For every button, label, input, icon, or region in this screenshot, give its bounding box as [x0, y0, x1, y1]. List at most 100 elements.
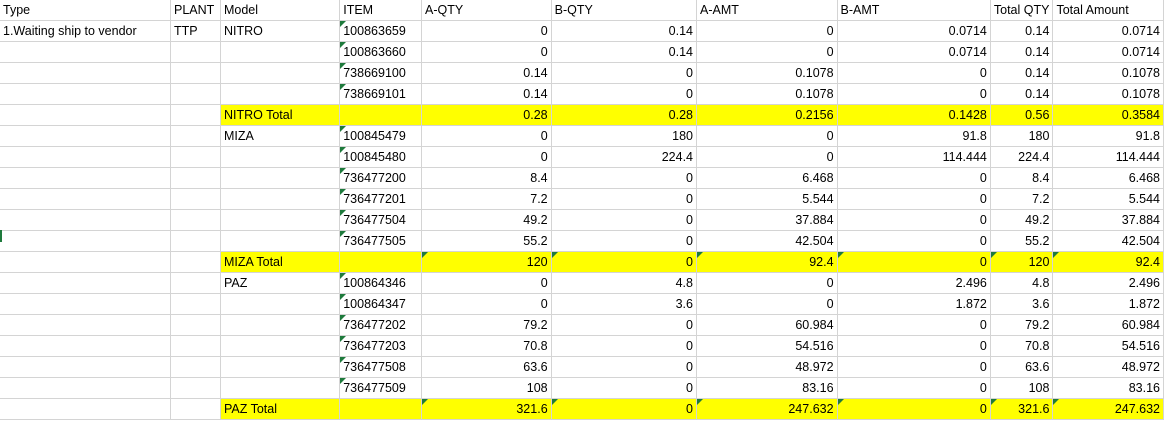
cell-model[interactable]: MIZA Total — [220, 251, 341, 273]
cell-b-amt[interactable]: 0 — [837, 62, 991, 84]
cell-a-amt[interactable]: 0.2156 — [696, 104, 838, 126]
cell-b-qty[interactable]: 180 — [551, 125, 698, 147]
cell-b-amt[interactable]: 0.1428 — [837, 104, 991, 126]
cell-item[interactable]: 100845479 — [339, 125, 423, 147]
cell-b-qty[interactable]: 0 — [551, 209, 698, 231]
cell-total-amount[interactable]: 48.972 — [1052, 356, 1164, 378]
cell-total-amount[interactable]: 60.984 — [1052, 314, 1164, 336]
cell-b-qty[interactable]: 0.14 — [551, 41, 698, 63]
header-total-qty[interactable]: Total QTY — [990, 0, 1054, 21]
cell-total-qty[interactable]: 0.56 — [990, 104, 1054, 126]
cell-a-qty[interactable]: 55.2 — [421, 230, 552, 252]
cell-model[interactable] — [220, 314, 341, 336]
cell-a-qty[interactable]: 0.14 — [421, 83, 552, 105]
cell-item[interactable]: 736477504 — [339, 209, 423, 231]
cell-plant[interactable] — [170, 272, 221, 294]
cell-b-amt[interactable]: 1.872 — [837, 293, 991, 315]
cell-model[interactable] — [220, 167, 341, 189]
cell-a-qty[interactable]: 0 — [421, 293, 552, 315]
cell-model[interactable] — [220, 356, 341, 378]
cell-item[interactable]: 100845480 — [339, 146, 423, 168]
cell-b-qty[interactable]: 0 — [551, 356, 698, 378]
cell-total-amount[interactable]: 6.468 — [1052, 167, 1164, 189]
cell-total-amount[interactable]: 5.544 — [1052, 188, 1164, 210]
cell-plant[interactable] — [170, 356, 221, 378]
cell-a-qty[interactable]: 70.8 — [421, 335, 552, 357]
cell-a-qty[interactable]: 0 — [421, 41, 552, 63]
cell-type[interactable] — [0, 314, 171, 336]
cell-model[interactable] — [220, 377, 341, 399]
cell-plant[interactable] — [170, 188, 221, 210]
cell-total-amount[interactable]: 0.1078 — [1052, 62, 1164, 84]
cell-item[interactable] — [339, 398, 423, 420]
cell-type[interactable] — [0, 272, 171, 294]
cell-model[interactable]: MIZA — [220, 125, 341, 147]
cell-model[interactable]: NITRO Total — [220, 104, 341, 126]
cell-b-qty[interactable]: 0 — [551, 314, 698, 336]
cell-b-qty[interactable]: 0 — [551, 62, 698, 84]
cell-a-amt[interactable]: 6.468 — [696, 167, 838, 189]
cell-b-amt[interactable]: 2.496 — [837, 272, 991, 294]
cell-plant[interactable] — [170, 146, 221, 168]
cell-item[interactable]: 738669100 — [339, 62, 423, 84]
cell-b-amt[interactable]: 0 — [837, 83, 991, 105]
cell-total-amount[interactable]: 2.496 — [1052, 272, 1164, 294]
cell-b-amt[interactable]: 0 — [837, 356, 991, 378]
cell-item[interactable] — [339, 251, 423, 273]
cell-model[interactable] — [220, 41, 341, 63]
cell-b-qty[interactable]: 0.28 — [551, 104, 698, 126]
cell-b-qty[interactable]: 4.8 — [551, 272, 698, 294]
cell-type[interactable] — [0, 230, 171, 252]
cell-item[interactable] — [339, 104, 423, 126]
cell-type[interactable] — [0, 209, 171, 231]
cell-b-qty[interactable]: 0 — [551, 230, 698, 252]
cell-total-amount[interactable]: 83.16 — [1052, 377, 1164, 399]
cell-a-amt[interactable]: 0.1078 — [696, 62, 838, 84]
cell-item[interactable]: 100864347 — [339, 293, 423, 315]
cell-type[interactable] — [0, 398, 171, 420]
cell-a-amt[interactable]: 92.4 — [696, 251, 838, 273]
cell-a-qty[interactable]: 120 — [421, 251, 552, 273]
cell-a-amt[interactable]: 0 — [696, 146, 838, 168]
header-b-qty[interactable]: B-QTY — [551, 0, 698, 21]
cell-total-amount[interactable]: 1.872 — [1052, 293, 1164, 315]
cell-a-qty[interactable]: 49.2 — [421, 209, 552, 231]
cell-model[interactable] — [220, 209, 341, 231]
cell-type[interactable] — [0, 251, 171, 273]
cell-plant[interactable] — [170, 62, 221, 84]
cell-type[interactable] — [0, 62, 171, 84]
cell-model[interactable] — [220, 146, 341, 168]
cell-total-amount[interactable]: 92.4 — [1052, 251, 1164, 273]
cell-item[interactable]: 736477200 — [339, 167, 423, 189]
cell-b-qty[interactable]: 0 — [551, 188, 698, 210]
cell-item[interactable]: 736477202 — [339, 314, 423, 336]
cell-total-amount[interactable]: 37.884 — [1052, 209, 1164, 231]
cell-b-amt[interactable]: 0 — [837, 377, 991, 399]
cell-item[interactable]: 736477203 — [339, 335, 423, 357]
cell-total-amount[interactable]: 0.1078 — [1052, 83, 1164, 105]
cell-total-qty[interactable]: 8.4 — [990, 167, 1054, 189]
cell-b-qty[interactable]: 0 — [551, 398, 698, 420]
cell-a-amt[interactable]: 0 — [696, 20, 838, 42]
cell-plant[interactable] — [170, 230, 221, 252]
cell-total-qty[interactable]: 224.4 — [990, 146, 1054, 168]
cell-model[interactable]: PAZ — [220, 272, 341, 294]
cell-b-qty[interactable]: 0 — [551, 167, 698, 189]
cell-model[interactable] — [220, 188, 341, 210]
cell-model[interactable] — [220, 62, 341, 84]
cell-type[interactable] — [0, 41, 171, 63]
cell-b-amt[interactable]: 114.444 — [837, 146, 991, 168]
cell-b-qty[interactable]: 224.4 — [551, 146, 698, 168]
cell-a-qty[interactable]: 0.14 — [421, 62, 552, 84]
cell-plant[interactable] — [170, 398, 221, 420]
cell-b-amt[interactable]: 0 — [837, 251, 991, 273]
cell-plant[interactable] — [170, 293, 221, 315]
cell-type[interactable] — [0, 356, 171, 378]
cell-total-amount[interactable]: 91.8 — [1052, 125, 1164, 147]
cell-total-qty[interactable]: 0.14 — [990, 83, 1054, 105]
cell-type[interactable] — [0, 188, 171, 210]
header-total-amount[interactable]: Total Amount — [1052, 0, 1164, 21]
cell-total-qty[interactable]: 0.14 — [990, 41, 1054, 63]
cell-plant[interactable] — [170, 251, 221, 273]
cell-total-qty[interactable]: 120 — [990, 251, 1054, 273]
